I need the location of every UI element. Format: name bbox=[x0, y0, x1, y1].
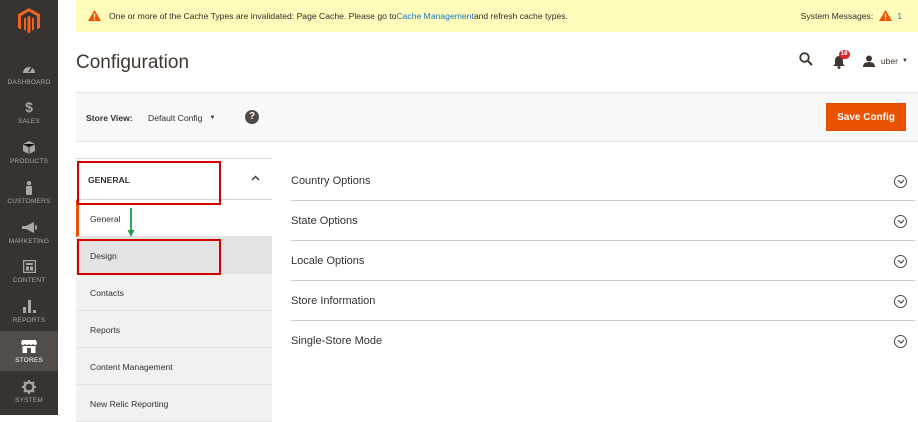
username: uber bbox=[880, 56, 899, 66]
magento-logo-icon[interactable] bbox=[0, 0, 58, 42]
warning-icon bbox=[88, 9, 101, 23]
caret-down-icon: ▼ bbox=[209, 115, 216, 121]
section-state-options[interactable]: State Options bbox=[291, 201, 915, 241]
page-title: Configuration bbox=[76, 52, 190, 73]
megaphone-icon bbox=[21, 220, 37, 236]
nav-item-general[interactable]: General bbox=[76, 200, 272, 237]
system-messages-label: System Messages: bbox=[800, 11, 874, 21]
bar-chart-icon bbox=[22, 299, 36, 315]
user-icon bbox=[862, 55, 875, 67]
nav-item-content-management[interactable]: Content Management bbox=[76, 348, 272, 385]
system-notice-bar: One or more of the Cache Types are inval… bbox=[76, 0, 918, 32]
cache-management-link[interactable]: Cache Management bbox=[396, 11, 473, 21]
store-view-switcher[interactable]: Default Config ▼ bbox=[148, 113, 215, 123]
dashboard-icon bbox=[22, 61, 36, 77]
nav-products[interactable]: PRODUCTS bbox=[0, 132, 58, 172]
notifications-button[interactable]: 18 bbox=[832, 50, 850, 69]
store-view-bar: Store View: Default Config ▼ ? Save Conf… bbox=[76, 92, 918, 142]
config-sections: Country Options State Options Locale Opt… bbox=[291, 161, 915, 361]
system-messages-warning-icon bbox=[879, 9, 893, 23]
nav-item-contacts[interactable]: Contacts bbox=[76, 274, 272, 311]
highlight-box-design bbox=[77, 239, 221, 275]
search-icon[interactable] bbox=[799, 51, 813, 71]
store-icon bbox=[21, 339, 37, 355]
nav-item-reports[interactable]: Reports bbox=[76, 311, 272, 348]
highlight-box-general bbox=[77, 161, 221, 205]
person-icon bbox=[25, 180, 33, 196]
nav-sales[interactable]: $ SALES bbox=[0, 92, 58, 132]
nav-content[interactable]: CONTENT bbox=[0, 251, 58, 291]
system-messages[interactable]: System Messages: 1 bbox=[801, 0, 902, 32]
notice-text-before: One or more of the Cache Types are inval… bbox=[109, 11, 397, 21]
section-store-information[interactable]: Store Information bbox=[291, 281, 915, 321]
user-menu[interactable]: uber ▼ bbox=[862, 55, 908, 67]
nav-system[interactable]: SYSTEM bbox=[0, 371, 58, 411]
expand-icon[interactable] bbox=[894, 255, 907, 268]
down-arrow-annotation bbox=[127, 208, 135, 237]
expand-icon[interactable] bbox=[894, 295, 907, 308]
expand-icon[interactable] bbox=[894, 215, 907, 228]
nav-customers[interactable]: CUSTOMERS bbox=[0, 172, 58, 212]
system-messages-count[interactable]: 1 bbox=[897, 11, 902, 21]
nav-reports[interactable]: REPORTS bbox=[0, 291, 58, 331]
notifications-badge: 18 bbox=[838, 50, 850, 59]
admin-sidebar: DASHBOARD $ SALES PRODUCTS CUSTOMERS MAR… bbox=[0, 0, 58, 415]
nav-stores[interactable]: STORES bbox=[0, 331, 58, 371]
chevron-up-icon bbox=[251, 173, 260, 183]
notice-text-after: and refresh cache types. bbox=[473, 11, 568, 21]
nav-item-new-relic-reporting[interactable]: New Relic Reporting bbox=[76, 385, 272, 422]
section-single-store-mode[interactable]: Single-Store Mode bbox=[291, 321, 915, 361]
content-icon bbox=[22, 259, 36, 275]
expand-icon[interactable] bbox=[894, 335, 907, 348]
store-view-value: Default Config bbox=[148, 113, 203, 123]
expand-icon[interactable] bbox=[894, 175, 907, 188]
dollar-icon: $ bbox=[25, 99, 33, 115]
nav-marketing[interactable]: MARKETING bbox=[0, 212, 58, 252]
help-icon[interactable]: ? bbox=[245, 110, 259, 124]
header-actions: 18 uber ▼ bbox=[799, 50, 908, 71]
store-view-label: Store View: bbox=[86, 113, 133, 123]
section-country-options[interactable]: Country Options bbox=[291, 161, 915, 201]
box-icon bbox=[23, 140, 35, 156]
nav-dashboard[interactable]: DASHBOARD bbox=[0, 53, 58, 93]
save-config-button[interactable]: Save Config bbox=[826, 103, 906, 131]
caret-down-icon: ▼ bbox=[902, 58, 908, 64]
gear-icon bbox=[22, 379, 36, 395]
section-locale-options[interactable]: Locale Options bbox=[291, 241, 915, 281]
